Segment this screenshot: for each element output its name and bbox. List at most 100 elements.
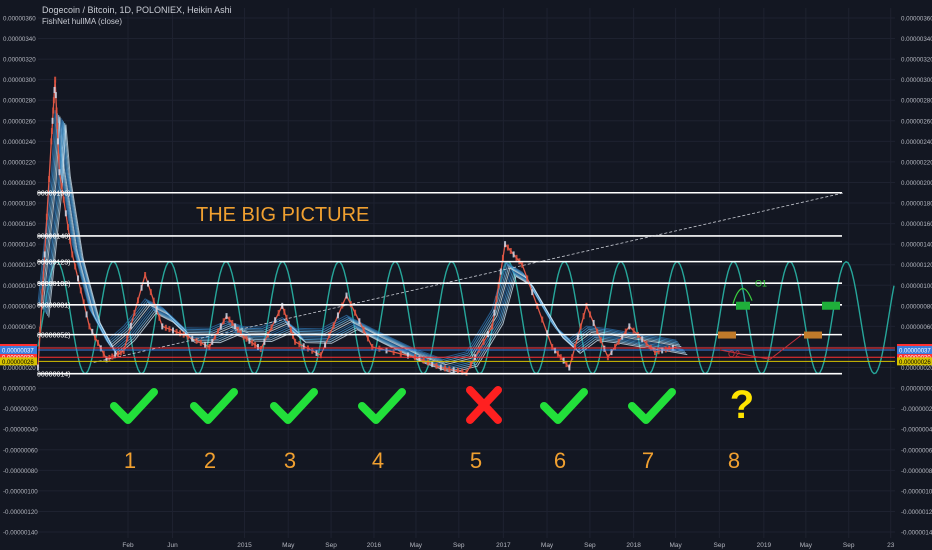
candle (641, 336, 644, 343)
candle (439, 364, 442, 371)
candle (582, 313, 585, 320)
candle (431, 361, 434, 368)
y-tick-label-left: 0.00000080 (3, 303, 36, 310)
candle (422, 357, 425, 364)
candle (599, 337, 602, 344)
candle (155, 306, 158, 313)
candle (56, 122, 59, 129)
candle (144, 272, 147, 278)
candle (354, 309, 357, 316)
y-tick-label-right: 0.00000020 (901, 365, 932, 372)
level-label: 00000052) (37, 332, 70, 339)
x-tick-label: May (410, 542, 423, 549)
candle (506, 244, 509, 251)
candle (199, 339, 202, 346)
cycle-number: 8 (728, 448, 740, 473)
candle (624, 328, 627, 335)
candle (504, 241, 507, 248)
y-tick-label-left: 0.00000120 (3, 262, 36, 269)
candle (291, 332, 294, 339)
price-tag-label-left: 0.00000037 (2, 349, 34, 355)
level-label: 00000081) (37, 303, 70, 310)
cycle-number: 4 (372, 448, 384, 473)
candle (152, 297, 155, 304)
candle (41, 289, 44, 296)
question-mark: ? (730, 383, 754, 427)
candle (435, 362, 438, 369)
candle (345, 292, 348, 299)
y-tick-label-right: -0.00000140 (901, 530, 932, 537)
candle (234, 323, 237, 330)
candle (111, 353, 114, 360)
candle (589, 311, 592, 318)
candle (298, 341, 301, 348)
candle (512, 251, 515, 258)
y-tick-label-right: 0.00000060 (901, 324, 932, 331)
candle (259, 346, 262, 353)
y-tick-label-right: -0.00000100 (901, 488, 932, 495)
candle (478, 346, 481, 353)
y-tick-label-left: -0.00000080 (3, 468, 38, 475)
candle (465, 369, 468, 376)
candle (102, 350, 105, 357)
candle (536, 302, 539, 309)
candle (168, 326, 171, 333)
y-tick-label-left: 0.00000160 (3, 221, 36, 228)
chart-background (0, 0, 932, 550)
level-label: 00000190) (37, 190, 70, 197)
candle (521, 261, 524, 268)
x-tick-label: May (669, 542, 682, 549)
candle (628, 323, 631, 330)
target-box-green (736, 301, 750, 310)
candle (191, 335, 194, 342)
candle (617, 338, 620, 345)
level-label: 00000123) (37, 259, 70, 266)
candle (222, 318, 225, 325)
cycle-number: 3 (284, 448, 296, 473)
y-tick-label-left: 0.00000320 (3, 57, 36, 64)
candle (62, 196, 65, 203)
price-tag-label-right: 0.00000037 (899, 349, 931, 355)
price-chart[interactable]: 0.00000360 0.00000360 0.00000340 0.00000340… (0, 0, 932, 550)
x-tick-label: 2016 (367, 542, 382, 549)
candle (56, 138, 59, 145)
candle (51, 117, 54, 124)
candle (603, 345, 606, 352)
y-tick-label-left: 0.00000260 (3, 118, 36, 125)
y-tick-label-right: 0.00000280 (901, 98, 932, 105)
candle (52, 107, 55, 114)
candle (53, 86, 56, 93)
y-tick-label-left: 0.00000240 (3, 139, 36, 146)
candle (270, 324, 273, 331)
candle (281, 302, 284, 309)
candle (495, 295, 498, 302)
price-tag-label-left: 0.00000026 (2, 360, 34, 366)
candle (161, 323, 164, 330)
candle (448, 366, 451, 373)
candle (614, 343, 617, 350)
candle (315, 349, 318, 356)
candle (444, 365, 447, 372)
candle (228, 316, 231, 323)
candle (565, 361, 568, 368)
candle (57, 153, 60, 160)
candle (358, 318, 361, 325)
candle (306, 345, 309, 352)
candle (254, 341, 257, 348)
candle (277, 310, 280, 317)
candle (541, 316, 544, 323)
y-tick-label-left: 0.00000300 (3, 77, 36, 84)
candle (48, 176, 51, 183)
y-tick-label-left: 0.00000200 (3, 180, 36, 187)
candle (378, 345, 381, 352)
candle (294, 338, 297, 345)
chart-title: THE BIG PICTURE (196, 204, 369, 226)
x-tick-label: May (282, 542, 295, 549)
candle (96, 339, 99, 346)
y-tick-label-right: 0.00000220 (901, 159, 932, 166)
candle (562, 357, 565, 364)
candle (126, 335, 129, 342)
y-tick-label-right: 0.00000140 (901, 242, 932, 249)
candle (60, 182, 63, 189)
candle (208, 343, 211, 350)
